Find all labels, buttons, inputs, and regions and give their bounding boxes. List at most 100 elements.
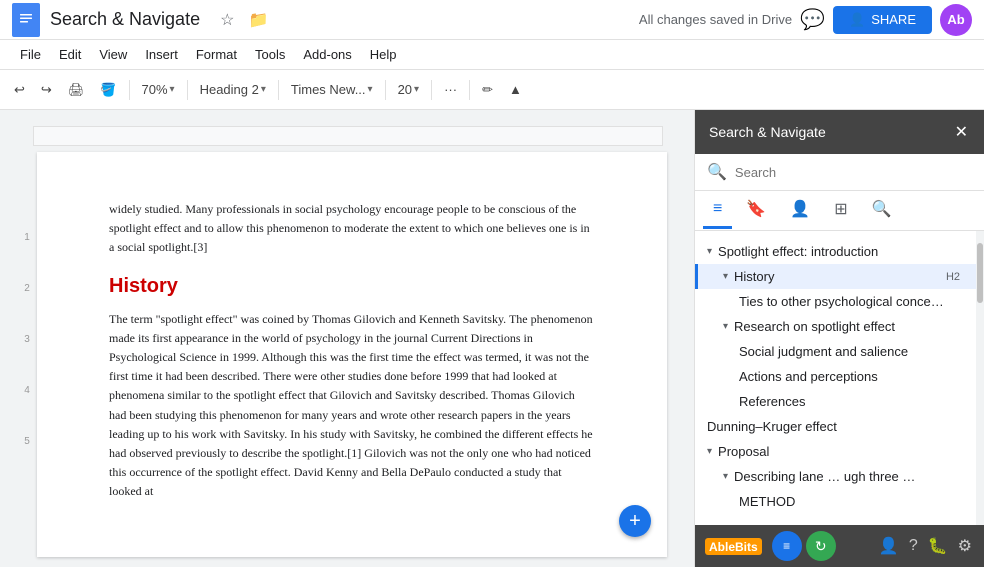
add-content-button[interactable]: + bbox=[619, 505, 651, 537]
star-button[interactable]: ☆ bbox=[216, 8, 238, 32]
nav-label-actions: Actions and perceptions bbox=[739, 369, 878, 384]
side-panel: Search & Navigate ✕ 🔍 ≡ 🔖 👤 ⊞ 🔍 ▾ Spotli… bbox=[694, 110, 984, 567]
comment-button[interactable]: 💬 bbox=[800, 7, 825, 32]
arrow-icon-research: ▾ bbox=[723, 321, 728, 332]
side-panel-title: Search & Navigate bbox=[709, 124, 826, 140]
tab-bookmarks[interactable]: 🔖 bbox=[736, 191, 776, 230]
folder-button[interactable]: 📁 bbox=[244, 8, 272, 32]
menu-edit[interactable]: Edit bbox=[51, 44, 89, 65]
zoom-arrow: ▾ bbox=[170, 84, 175, 95]
pencil-button[interactable]: ✏ bbox=[476, 78, 499, 102]
font-arrow: ▾ bbox=[368, 84, 373, 95]
nav-tree[interactable]: ▾ Spotlight effect: introduction ▾ Histo… bbox=[695, 231, 976, 525]
nav-item-actions[interactable]: Actions and perceptions bbox=[695, 364, 976, 389]
menu-file[interactable]: File bbox=[12, 44, 49, 65]
history-paragraph: The term "spotlight effect" was coined b… bbox=[109, 310, 595, 502]
margin-1: 1 bbox=[24, 232, 30, 243]
nav-label-dunning: Dunning–Kruger effect bbox=[707, 419, 837, 434]
heading-select[interactable]: Heading 2 ▾ bbox=[194, 78, 272, 101]
share-icon: 👤 bbox=[849, 12, 865, 28]
heading-arrow: ▾ bbox=[261, 84, 266, 95]
doc-icon bbox=[12, 3, 40, 37]
nav-item-describing[interactable]: ▾ Describing lane … ugh three … bbox=[695, 464, 976, 489]
doc-area[interactable]: 1 2 3 4 5 widely studied. Many professio… bbox=[0, 110, 694, 567]
search-box: 🔍 bbox=[695, 154, 984, 191]
nav-item-research[interactable]: ▾ Research on spotlight effect bbox=[695, 314, 976, 339]
doc-title: Search & Navigate bbox=[50, 9, 200, 30]
nav-label-social-judgment: Social judgment and salience bbox=[739, 344, 908, 359]
more-options-button[interactable]: ··· bbox=[438, 78, 463, 101]
undo-button[interactable]: ↩ bbox=[8, 78, 31, 102]
toolbar-divider-2 bbox=[187, 80, 188, 100]
menu-addons[interactable]: Add-ons bbox=[295, 44, 359, 65]
size-value: 20 bbox=[398, 82, 412, 97]
margin-2: 2 bbox=[24, 283, 30, 294]
side-panel-footer: AbleBits ≡ ↻ 👤 ? 🐛 ⚙ bbox=[695, 525, 984, 567]
scrollbar-thumb bbox=[977, 243, 983, 303]
menu-help[interactable]: Help bbox=[362, 44, 405, 65]
font-select[interactable]: Times New... ▾ bbox=[285, 78, 379, 101]
nav-item-references[interactable]: References bbox=[695, 389, 976, 414]
toolbar-divider-3 bbox=[278, 80, 279, 100]
ruler bbox=[33, 126, 663, 146]
main-area: 1 2 3 4 5 widely studied. Many professio… bbox=[0, 110, 984, 567]
ruler-container bbox=[17, 126, 677, 148]
footer-bug-button[interactable]: 🐛 bbox=[926, 534, 950, 558]
scrollbar-track bbox=[976, 231, 984, 525]
nav-item-proposal[interactable]: ▾ Proposal bbox=[695, 439, 976, 464]
doc-wrapper: 1 2 3 4 5 widely studied. Many professio… bbox=[17, 152, 677, 557]
collapse-toolbar-button[interactable]: ▲ bbox=[503, 78, 528, 101]
brand-text: AbleBits bbox=[709, 540, 758, 554]
footer-help-button[interactable]: ? bbox=[907, 535, 920, 557]
brand-badge: AbleBits bbox=[705, 538, 762, 555]
toolbar-divider-1 bbox=[129, 80, 130, 100]
font-value: Times New... bbox=[291, 82, 366, 97]
arrow-icon: ▾ bbox=[707, 246, 712, 257]
redo-button[interactable]: ↪ bbox=[35, 78, 58, 102]
nav-item-ties[interactable]: Ties to other psychological conce… bbox=[695, 289, 976, 314]
tab-headings[interactable]: ≡ bbox=[703, 192, 732, 229]
nav-label-references: References bbox=[739, 394, 805, 409]
side-panel-close-button[interactable]: ✕ bbox=[953, 120, 970, 144]
autosave-status: All changes saved in Drive bbox=[639, 12, 792, 27]
tab-people[interactable]: 👤 bbox=[780, 191, 820, 230]
menu-format[interactable]: Format bbox=[188, 44, 245, 65]
nav-label-describing: Describing lane … ugh three … bbox=[734, 469, 915, 484]
footer-user-button[interactable]: 👤 bbox=[877, 534, 901, 558]
nav-item-history[interactable]: ▾ History H2 bbox=[695, 264, 976, 289]
footer-settings-button[interactable]: ⚙ bbox=[956, 534, 974, 558]
top-bar: Search & Navigate ☆ 📁 All changes saved … bbox=[0, 0, 984, 40]
nav-item-social-judgment[interactable]: Social judgment and salience bbox=[695, 339, 976, 364]
footer-list-button[interactable]: ≡ bbox=[772, 531, 802, 561]
share-label: SHARE bbox=[871, 12, 916, 27]
size-select[interactable]: 20 ▾ bbox=[392, 78, 426, 101]
toolbar-divider-5 bbox=[431, 80, 432, 100]
menu-tools[interactable]: Tools bbox=[247, 44, 293, 65]
left-margin: 1 2 3 4 5 bbox=[17, 152, 37, 557]
nav-item-spotlight-intro[interactable]: ▾ Spotlight effect: introduction bbox=[695, 239, 976, 264]
side-panel-header: Search & Navigate ✕ bbox=[695, 110, 984, 154]
toolbar: ↩ ↪ 🖨 🪣 70% ▾ Heading 2 ▾ Times New... ▾… bbox=[0, 70, 984, 110]
nav-label-research: Research on spotlight effect bbox=[734, 319, 895, 334]
nav-item-method[interactable]: METHOD bbox=[695, 489, 976, 514]
search-input[interactable] bbox=[735, 165, 972, 180]
share-button[interactable]: 👤 SHARE bbox=[833, 6, 932, 34]
history-heading: History bbox=[109, 270, 595, 302]
margin-4: 4 bbox=[24, 385, 30, 396]
print-button[interactable]: 🖨 bbox=[62, 78, 91, 102]
tab-find[interactable]: 🔍 bbox=[862, 191, 902, 230]
zoom-value: 70% bbox=[142, 82, 168, 97]
toolbar-divider-6 bbox=[469, 80, 470, 100]
menu-view[interactable]: View bbox=[91, 44, 135, 65]
nav-item-dunning[interactable]: Dunning–Kruger effect bbox=[695, 414, 976, 439]
heading-value: Heading 2 bbox=[200, 82, 259, 97]
tab-tables[interactable]: ⊞ bbox=[824, 191, 857, 230]
menu-insert[interactable]: Insert bbox=[137, 44, 186, 65]
nav-label-history: History bbox=[734, 269, 774, 284]
footer-refresh-button[interactable]: ↻ bbox=[806, 531, 836, 561]
page-separator bbox=[17, 557, 677, 567]
arrow-icon-describing: ▾ bbox=[723, 471, 728, 482]
zoom-select[interactable]: 70% ▾ bbox=[136, 78, 181, 101]
paint-format-button[interactable]: 🪣 bbox=[94, 78, 122, 102]
arrow-icon-proposal: ▾ bbox=[707, 446, 712, 457]
